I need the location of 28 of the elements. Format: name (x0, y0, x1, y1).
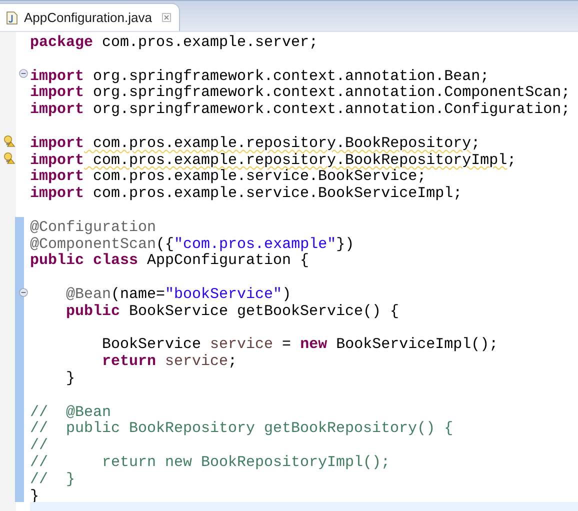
tab-title: AppConfiguration.java (24, 8, 152, 27)
code-line: BookService service = new BookServiceImpl(); (101, 337, 498, 354)
code-line: // (30, 438, 48, 455)
code-line: import com.pros.example.repository.BookRepository; (30, 136, 480, 153)
collapse-icon[interactable] (18, 69, 28, 78)
code-line: import com.pros.example.service.BookServiceImpl; (30, 186, 462, 203)
code-line: public class AppConfiguration { (30, 253, 310, 270)
code-line: import com.pros.example.repository.BookRepositoryImpl; (30, 152, 516, 169)
code-line: public BookService getBookService() { (65, 304, 400, 321)
code-line: // return new BookRepositoryImpl(); (30, 454, 390, 472)
code-line: // } (30, 472, 76, 489)
code-line: import com.pros.example.service.BookService; (30, 169, 426, 186)
close-icon[interactable] (162, 13, 171, 22)
code-line: @Bean(name="bookService") (65, 286, 292, 304)
code-line: return service; (101, 354, 238, 371)
code-line: // @Bean (30, 404, 112, 421)
code-line: import org.springframework.context.annotation.Bean; (30, 68, 490, 85)
code-line: } (65, 370, 76, 388)
code-line: package com.pros.example.server; (30, 35, 318, 52)
code-line: @Configuration (30, 220, 156, 237)
code-line: @ComponentScan({"com.pros.example"}) (30, 236, 354, 253)
file-icon (6, 10, 18, 24)
lightbulb-icon[interactable] (3, 135, 15, 148)
editor-tab[interactable]: AppConfiguration.java (0, 3, 180, 31)
code-line: // public BookRepository getBookRepository() { (30, 421, 454, 438)
code-line: import org.springframework.context.annotation.ComponentScan; (30, 85, 570, 102)
lightbulb-icon[interactable] (3, 152, 15, 164)
code-line: import org.springframework.context.annotation.Configuration; (30, 102, 570, 119)
